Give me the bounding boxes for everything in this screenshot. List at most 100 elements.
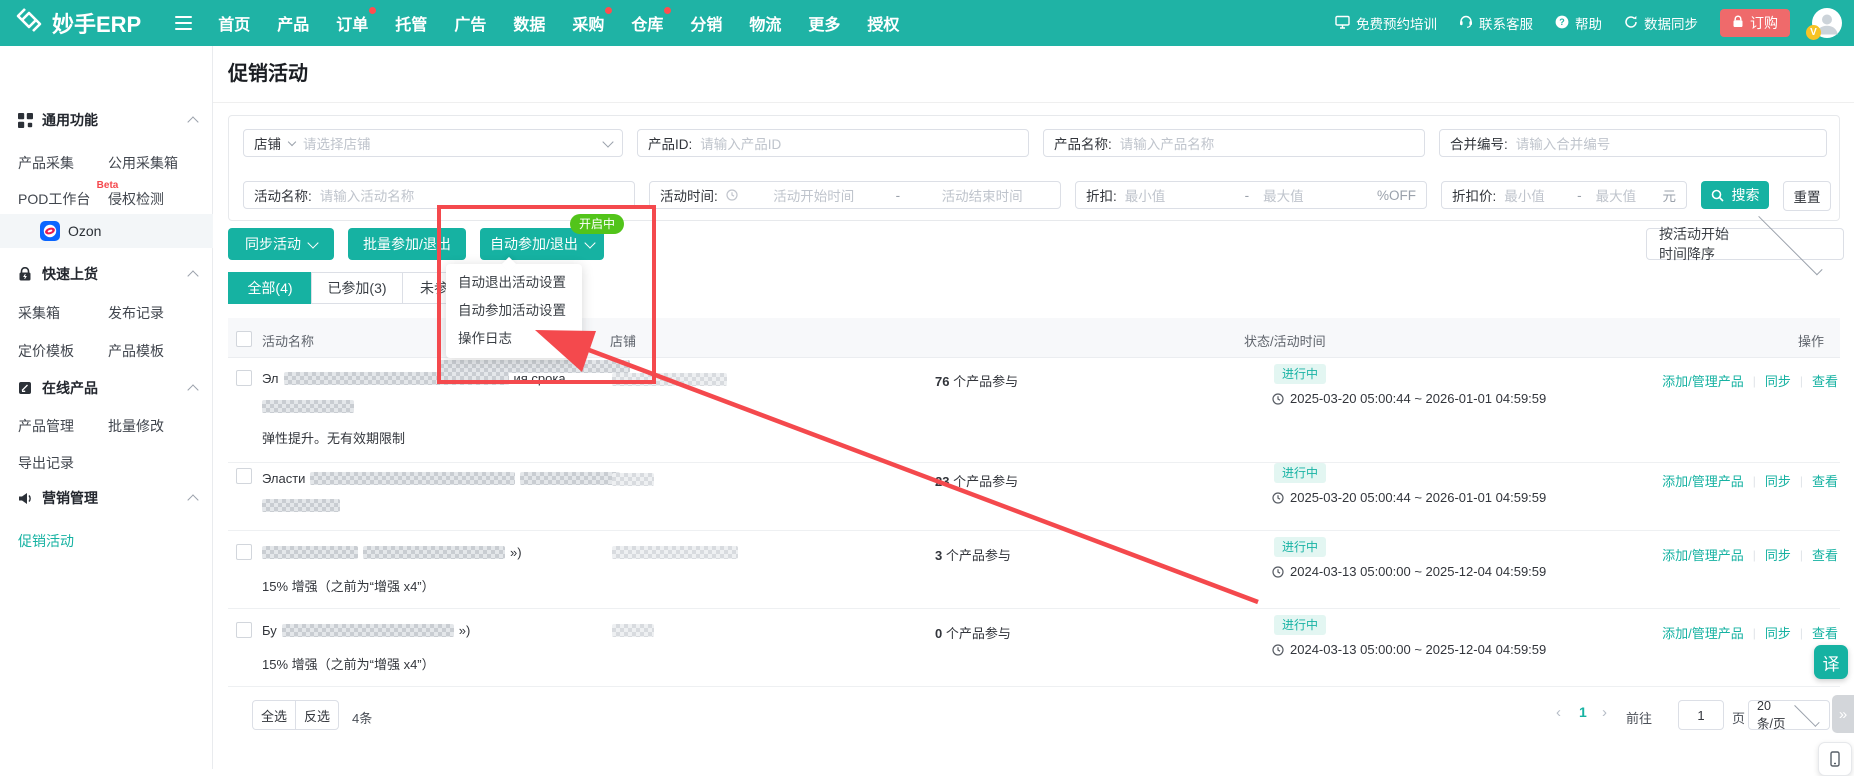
- product-id-placeholder: 请输入产品ID: [700, 133, 1018, 153]
- sidebar-item-publish-record[interactable]: 发布记录: [108, 303, 164, 323]
- nav-data[interactable]: 数据: [513, 11, 545, 35]
- collapse-handle[interactable]: »: [1832, 695, 1854, 733]
- notification-dot: [369, 7, 376, 14]
- column-actions: 操作: [1798, 331, 1824, 350]
- subscribe-button[interactable]: 订购: [1720, 9, 1790, 37]
- sidebar-item-promotions[interactable]: 促销活动: [18, 531, 74, 551]
- menu-item-auto-exit-settings[interactable]: 自动退出活动设置: [446, 269, 582, 297]
- contact-support-link[interactable]: 联系客服: [1459, 13, 1533, 33]
- menu-item-operation-log[interactable]: 操作日志: [446, 325, 582, 353]
- view-link[interactable]: 查看: [1812, 545, 1838, 564]
- sync-activities-button[interactable]: 同步活动: [228, 228, 334, 260]
- sidebar-section-quick-listing[interactable]: 快速上货: [0, 258, 213, 290]
- row-checkbox[interactable]: [236, 370, 252, 386]
- search-button[interactable]: 搜索: [1701, 181, 1769, 209]
- help-link[interactable]: ? 帮助: [1555, 13, 1602, 33]
- sidebar-section-marketing[interactable]: 营销管理: [0, 482, 213, 514]
- product-id-input[interactable]: 产品ID: 请输入产品ID: [637, 129, 1029, 157]
- column-activity-name: 活动名称: [262, 331, 314, 350]
- sync-link[interactable]: 同步: [1765, 623, 1791, 642]
- sidebar-item-product-template[interactable]: 产品模板: [108, 341, 164, 361]
- nav-hosting[interactable]: 托管: [395, 11, 427, 35]
- sidebar-item-pricing-template[interactable]: 定价模板: [18, 341, 74, 361]
- view-link[interactable]: 查看: [1812, 371, 1838, 390]
- sync-link[interactable]: 同步: [1765, 471, 1791, 490]
- select-all-button[interactable]: 全选: [252, 700, 296, 730]
- nav-home[interactable]: 首页: [218, 11, 250, 35]
- select-all-checkbox[interactable]: [236, 331, 252, 347]
- bag-icon: [18, 267, 32, 282]
- sync-link[interactable]: 同步: [1765, 371, 1791, 390]
- merge-number-placeholder: 请输入合并编号: [1516, 133, 1816, 153]
- activity-name-input[interactable]: 活动名称: 请输入活动名称: [243, 181, 635, 209]
- status-badge: 进行中: [1274, 615, 1326, 635]
- manage-products-link[interactable]: 添加/管理产品: [1662, 623, 1744, 642]
- row-actions: 添加/管理产品| 同步| 查看: [1662, 471, 1838, 490]
- row-checkbox[interactable]: [236, 468, 252, 484]
- avatar[interactable]: V: [1812, 8, 1842, 38]
- sync-link[interactable]: 同步: [1765, 545, 1791, 564]
- free-training-link[interactable]: 免费预约培训: [1335, 13, 1437, 33]
- nav-authorization[interactable]: 授权: [867, 11, 899, 35]
- batch-join-exit-button[interactable]: 批量参加/退出: [348, 228, 466, 260]
- menu-item-auto-join-settings[interactable]: 自动参加活动设置: [446, 297, 582, 325]
- nav-warehouse[interactable]: 仓库: [631, 11, 663, 35]
- megaphone-icon: [18, 492, 33, 505]
- nav-logistics[interactable]: 物流: [749, 11, 781, 35]
- activity-time-range-picker[interactable]: 活动时间: 活动开始时间 - 活动结束时间: [649, 181, 1061, 209]
- tab-joined[interactable]: 已参加(3): [311, 272, 403, 304]
- product-name-input[interactable]: 产品名称: 请输入产品名称: [1043, 129, 1425, 157]
- nav-product[interactable]: 产品: [277, 11, 309, 35]
- row-actions: 添加/管理产品| 同步| 查看: [1662, 623, 1838, 642]
- column-store: 店铺: [610, 331, 636, 350]
- sidebar-item-product-management[interactable]: 产品管理: [18, 416, 74, 436]
- sidebar-item-pod-workbench[interactable]: POD工作台 Beta: [18, 189, 90, 209]
- current-page[interactable]: 1: [1579, 704, 1587, 720]
- row-actions: 添加/管理产品| 同步| 查看: [1662, 545, 1838, 564]
- nav-distribution[interactable]: 分销: [690, 11, 722, 35]
- phone-widget[interactable]: [1818, 742, 1852, 776]
- row-checkbox[interactable]: [236, 622, 252, 638]
- merge-number-input[interactable]: 合并编号: 请输入合并编号: [1439, 129, 1827, 157]
- translate-button[interactable]: 译: [1814, 645, 1848, 679]
- sidebar-item-ozon[interactable]: Ozon: [0, 214, 213, 248]
- manage-products-link[interactable]: 添加/管理产品: [1662, 371, 1744, 390]
- goto-page-input[interactable]: 1: [1678, 700, 1724, 730]
- manage-products-link[interactable]: 添加/管理产品: [1662, 471, 1744, 490]
- activity-time: 2025-03-20 05:00:44 ~ 2026-01-01 04:59:5…: [1272, 391, 1546, 406]
- brand[interactable]: 妙手ERP: [0, 5, 141, 41]
- sort-select[interactable]: 按活动开始时间降序: [1646, 228, 1844, 260]
- manage-products-link[interactable]: 添加/管理产品: [1662, 545, 1744, 564]
- sidebar-item-product-collect[interactable]: 产品采集: [18, 153, 74, 173]
- sidebar-item-collect-box[interactable]: 采集箱: [18, 303, 60, 323]
- redacted-text: [282, 624, 454, 637]
- nav-order[interactable]: 订单: [336, 11, 368, 35]
- invert-selection-button[interactable]: 反选: [295, 700, 339, 730]
- column-status-time: 状态/活动时间: [1244, 331, 1326, 350]
- next-page-button[interactable]: ›: [1602, 704, 1607, 721]
- sidebar-section-general[interactable]: 通用功能: [0, 104, 213, 136]
- sidebar-item-batch-edit[interactable]: 批量修改: [108, 416, 164, 436]
- nav-ads[interactable]: 广告: [454, 11, 486, 35]
- reset-button[interactable]: 重置: [1783, 181, 1831, 211]
- row-checkbox[interactable]: [236, 544, 252, 560]
- nav-more[interactable]: 更多: [808, 11, 840, 35]
- data-sync-link[interactable]: 数据同步: [1624, 13, 1698, 33]
- sidebar-item-infringement-check[interactable]: 侵权检测: [108, 189, 164, 209]
- nav-purchase[interactable]: 采购: [572, 11, 604, 35]
- tab-all[interactable]: 全部(4): [228, 272, 312, 304]
- page-size-select[interactable]: 20条/页: [1748, 700, 1830, 730]
- view-link[interactable]: 查看: [1812, 471, 1838, 490]
- view-link[interactable]: 查看: [1812, 623, 1838, 642]
- sidebar-item-public-collect-box[interactable]: 公用采集箱: [108, 153, 178, 173]
- discount-range-input[interactable]: 折扣: 最小值 - 最大值 %OFF: [1075, 181, 1427, 209]
- shop-select[interactable]: 店铺 请选择店铺: [243, 129, 623, 157]
- clock-icon: [726, 189, 738, 201]
- redacted-text: [262, 546, 358, 559]
- prev-page-button[interactable]: ‹: [1556, 704, 1561, 721]
- sidebar-section-online-products[interactable]: 在线产品: [0, 372, 213, 404]
- menu-icon[interactable]: [175, 16, 192, 31]
- sidebar-item-export-record[interactable]: 导出记录: [18, 453, 74, 473]
- status-badge: 进行中: [1274, 364, 1326, 384]
- discount-price-range-input[interactable]: 折扣价: 最小值 - 最大值 元: [1441, 181, 1687, 209]
